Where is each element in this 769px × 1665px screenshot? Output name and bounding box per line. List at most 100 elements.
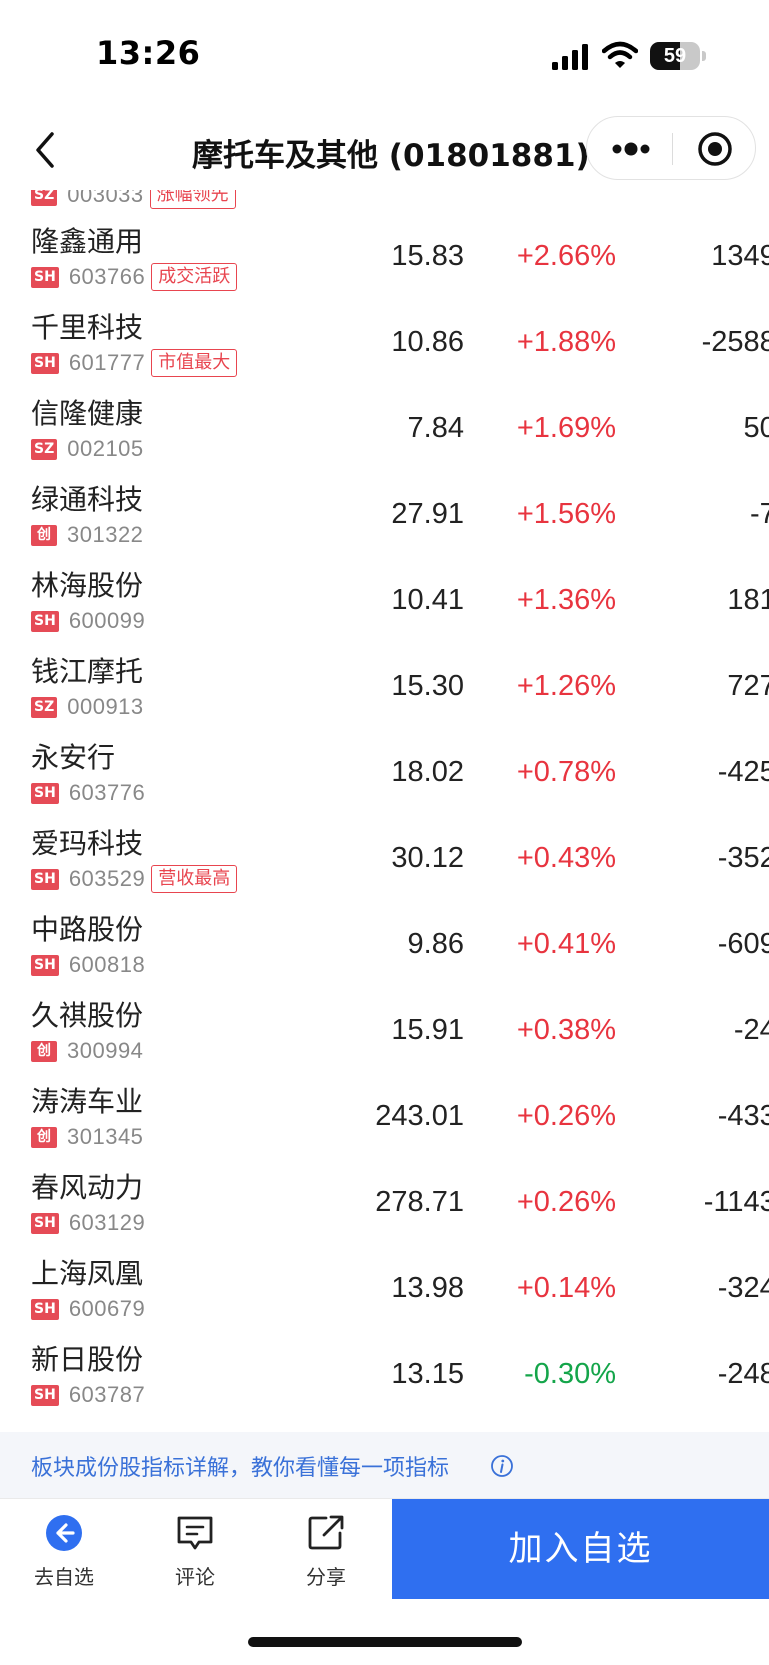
market-badge: SH [31,782,59,804]
stock-code: 601777 [68,350,146,375]
stock-code: 603787 [68,1382,146,1407]
battery-level: 59 [663,45,687,67]
wifi-icon [602,41,638,68]
stock-row[interactable]: 涛涛车业 创 301345 243.01 +0.26% -433.5 [0,1080,769,1166]
stock-name: 永安行 [31,741,116,774]
stock-change: +1.88% [516,326,616,358]
home-indicator[interactable] [248,1637,522,1647]
add-to-watchlist-button[interactable]: 加入自选 [392,1499,769,1599]
more-icon[interactable] [609,133,653,165]
capsule-divider [672,133,673,165]
stock-row[interactable]: 中路股份 SH 600818 9.86 +0.41% -609.5 [0,908,769,994]
share-button[interactable]: 分享 [264,1499,384,1599]
market-badge: SH [31,266,59,288]
stock-price: 13.98 [391,1272,464,1304]
stock-code-line: SH 600679 [31,1296,145,1322]
stock-price: 13.15 [391,1358,464,1390]
stock-row[interactable]: 春风动力 SH 603129 278.71 +0.26% -1143.5 [0,1166,769,1252]
stock-change: +1.69% [516,412,616,444]
stock-price: 10.86 [391,326,464,358]
stock-price: 30.12 [391,842,464,874]
stock-change: +1.26% [516,670,616,702]
signal-icon [552,44,588,70]
stock-net-flow: 50.9 [743,412,769,444]
stock-change: +0.43% [516,842,616,874]
stock-net-flow: 727.5 [727,670,769,702]
status-bar: 13:26 59 [0,0,769,110]
stock-change: +0.26% [516,1100,616,1132]
stock-code-line: SZ 002105 [31,436,144,462]
market-badge: SH [31,1298,59,1320]
share-icon [308,1515,344,1550]
stock-code: 603766 [68,264,146,289]
stock-code: 000913 [67,694,144,719]
go-watchlist-label: 去自选 [34,1565,94,1589]
stock-code: 002105 [67,436,144,461]
market-badge: 创 [31,524,57,546]
stock-change: -0.30% [524,1358,616,1390]
indicator-tip-link[interactable]: 板块成份股指标详解，教你看懂每一项指标 [31,1450,449,1482]
stock-tag: 涨幅领先 [149,190,236,209]
back-icon[interactable] [26,128,66,172]
stock-row[interactable]: 隆鑫通用 SH 603766 成交活跃 15.83 +2.66% 1349.4 [0,220,769,306]
stock-price: 15.30 [391,670,464,702]
stock-code: 600679 [68,1296,146,1321]
indicator-tip-bar[interactable]: 板块成份股指标详解，教你看懂每一项指标 [0,1432,769,1498]
stock-row[interactable]: 千里科技 SH 601777 市值最大 10.86 +1.88% -2588.0 [0,306,769,392]
comment-button[interactable]: 评论 [133,1499,253,1599]
stock-price: 15.83 [391,240,464,272]
stock-row[interactable]: 林海股份 SH 600099 10.41 +1.36% 181.4 [0,564,769,650]
stock-change: +1.56% [516,498,616,530]
stock-code: 003033 [67,190,144,207]
stock-change: +1.36% [516,584,616,616]
stock-net-flow: -352.6 [717,842,769,874]
stock-price: 10.41 [391,584,464,616]
stock-price: 278.71 [375,1186,464,1218]
market-badge: SH [31,954,59,976]
stock-tag: 成交活跃 [151,263,238,291]
market-badge: SZ [31,190,58,206]
mini-program-capsule [586,116,756,180]
stock-code: 603529 [68,866,146,891]
stock-code: 603776 [68,780,146,805]
stock-name: 隆鑫通用 [31,225,144,258]
stock-price: 18.02 [391,756,464,788]
market-badge: SH [31,868,59,890]
stock-code-line: 创 300994 [31,1038,143,1064]
page-title: 摩托车及其他 (01801881) [192,138,590,174]
stock-name: 钱江摩托 [31,655,144,688]
stock-name: 绿通科技 [31,483,144,516]
stock-code-line: 创 301345 [31,1124,143,1150]
close-mini-program-icon[interactable] [695,129,735,169]
stock-price: 9.86 [407,928,464,960]
market-badge: SH [31,610,59,632]
stock-code-line: SH 601777 市值最大 [31,349,238,377]
stock-row[interactable]: 永安行 SH 603776 18.02 +0.78% -425.7 [0,736,769,822]
stock-code: 301322 [67,522,144,547]
info-icon[interactable] [490,1454,514,1478]
stock-change: +2.66% [516,240,616,272]
stock-code-line: SH 600818 [31,952,145,978]
comment-icon [177,1516,213,1550]
stock-price: 7.84 [407,412,464,444]
stock-code-line: SH 600099 [31,608,145,634]
stock-row[interactable]: 信隆健康 SZ 002105 7.84 +1.69% 50.9 [0,392,769,478]
stock-row[interactable]: 爱玛科技 SH 603529 营收最高 30.12 +0.43% -352.6 [0,822,769,908]
stock-code-line: SH 603129 [31,1210,145,1236]
stock-net-flow: 181.4 [727,584,769,616]
stock-name: 上海凤凰 [31,1257,144,1290]
share-label: 分享 [306,1565,346,1589]
stock-row[interactable]: 久祺股份 创 300994 15.91 +0.38% -24.4 [0,994,769,1080]
stock-tag: 市值最大 [151,349,238,377]
stock-net-flow: -24.4 [733,1014,769,1046]
stock-row[interactable]: 绿通科技 创 301322 27.91 +1.56% -7.7 [0,478,769,564]
stock-change: +0.78% [516,756,616,788]
stock-name: 涛涛车业 [31,1085,144,1118]
stock-row[interactable]: 钱江摩托 SZ 000913 15.30 +1.26% 727.5 [0,650,769,736]
stock-list[interactable]: SZ 003033 涨幅领先 隆鑫通用 SH 603766 成交活跃 15.83… [0,190,769,1430]
stock-row[interactable]: 上海凤凰 SH 600679 13.98 +0.14% -324.6 [0,1252,769,1338]
stock-row[interactable]: 新日股份 SH 603787 13.15 -0.30% -248.8 [0,1338,769,1424]
stock-name: 久祺股份 [31,999,144,1032]
go-watchlist-button[interactable]: 去自选 [2,1499,122,1599]
list-item-partial[interactable]: SZ 003033 涨幅领先 [0,190,769,214]
